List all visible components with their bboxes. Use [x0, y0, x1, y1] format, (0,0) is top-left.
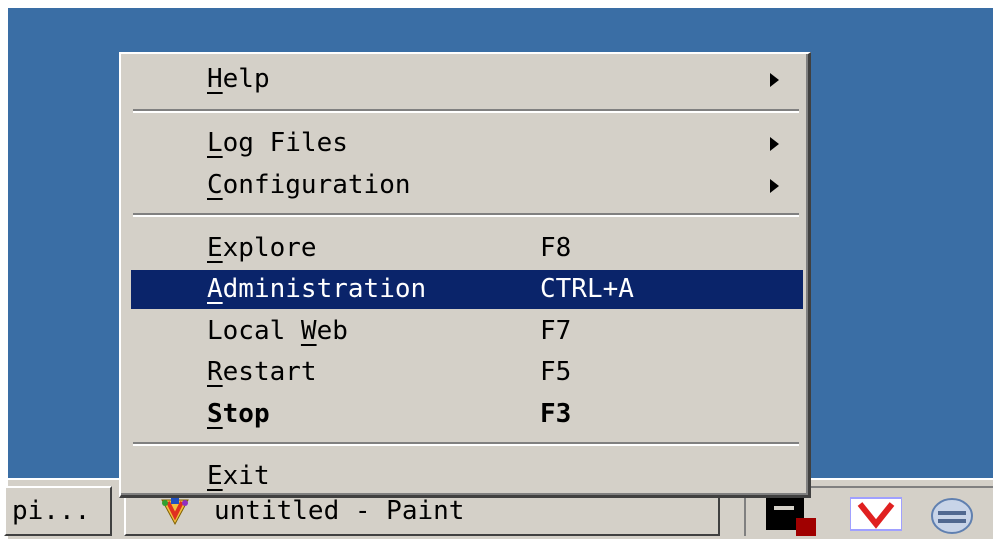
- submenu-arrow-icon: [770, 137, 779, 151]
- menu-item-label: Configuration: [207, 170, 411, 200]
- paint-icon: [158, 494, 192, 528]
- menu-item-local-web[interactable]: Local Web F7: [131, 312, 803, 351]
- taskbar-button-previous[interactable]: pi...: [4, 486, 112, 536]
- menu-item-restart[interactable]: Restart F5: [131, 353, 803, 392]
- menu-separator: [133, 213, 799, 217]
- antivirus-icon[interactable]: [849, 496, 903, 536]
- menu-item-label: Log Files: [207, 128, 348, 158]
- menu-item-shortcut: F8: [540, 233, 572, 263]
- menu-item-shortcut: F3: [540, 399, 572, 429]
- menu-item-shortcut: CTRL+A: [540, 274, 634, 304]
- submenu-arrow-icon: [770, 179, 779, 193]
- menu-item-shortcut: F7: [540, 316, 572, 346]
- menu-item-administration[interactable]: Administration CTRL+A: [131, 270, 803, 309]
- menu-item-label: Local Web: [207, 316, 348, 346]
- taskbar-button-label: pi...: [12, 496, 91, 526]
- menu-item-label: Explore: [207, 233, 317, 263]
- submenu-arrow-icon: [770, 73, 779, 87]
- server-status-icon[interactable]: [766, 496, 816, 540]
- menu-item-label: Stop: [207, 399, 270, 429]
- messenger-icon[interactable]: [930, 496, 974, 540]
- menu-separator: [133, 442, 799, 446]
- menu-item-shortcut: F5: [540, 357, 572, 387]
- menu-item-exit[interactable]: Exit: [131, 457, 803, 496]
- menu-item-label: Restart: [207, 357, 317, 387]
- menu-item-help[interactable]: Help: [131, 60, 803, 99]
- menu-separator: [133, 109, 799, 113]
- menu-item-configuration[interactable]: Configuration: [131, 166, 803, 205]
- taskbar-button-label: untitled - Paint: [214, 496, 465, 526]
- menu-item-stop[interactable]: Stop F3: [131, 395, 803, 434]
- menu-item-log-files[interactable]: Log Files: [131, 124, 803, 163]
- menu-item-label: Help: [207, 64, 270, 94]
- menu-item-label: Exit: [207, 461, 270, 491]
- context-menu: Help Log Files Configuration Explore F8 …: [119, 52, 811, 498]
- menu-item-explore[interactable]: Explore F8: [131, 229, 803, 268]
- menu-item-label: Administration: [207, 274, 427, 304]
